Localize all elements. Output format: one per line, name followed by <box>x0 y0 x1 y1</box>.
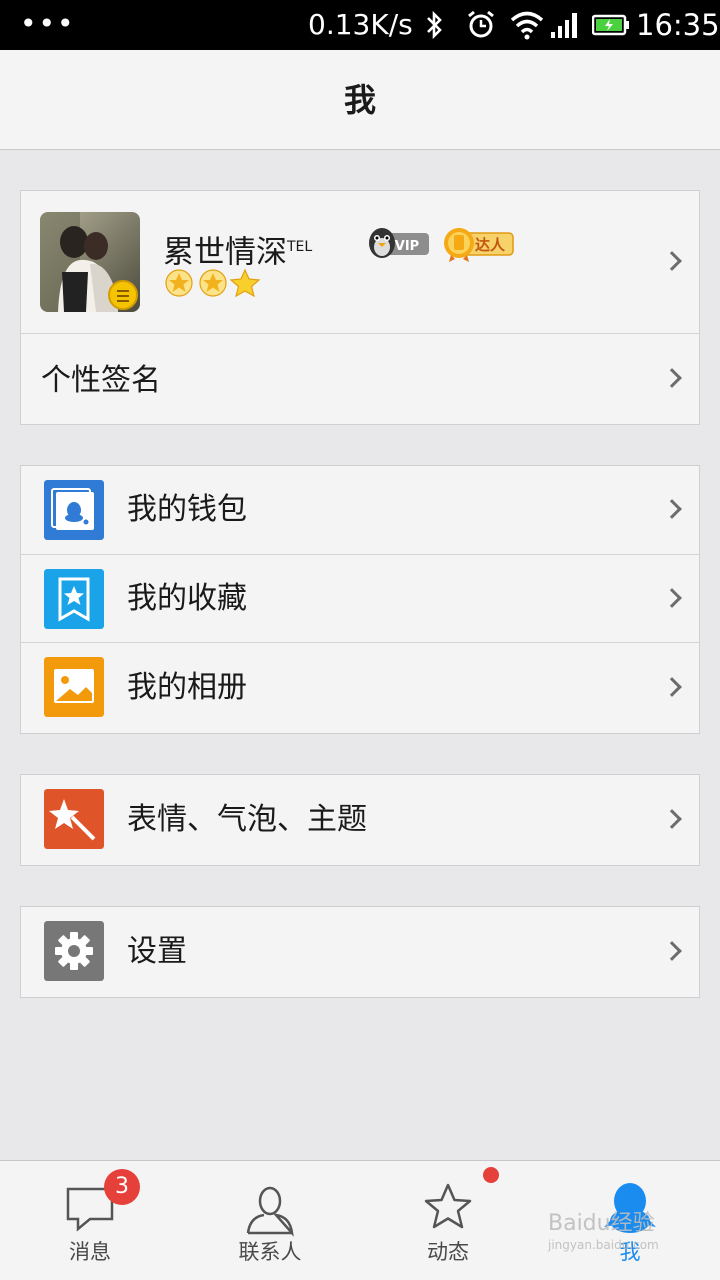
page-title: 我 <box>343 81 376 119</box>
star-outline-icon <box>424 1183 472 1229</box>
vip-badge-icon[interactable]: VIP <box>367 221 431 261</box>
signal-icon <box>551 13 577 38</box>
gear-icon <box>44 921 104 981</box>
contact-icon <box>246 1186 294 1237</box>
chevron-right-icon <box>662 809 682 829</box>
tab-label: 动态 <box>427 1240 469 1264</box>
daren-badge-icon[interactable]: 达人 <box>443 225 515 263</box>
chevron-right-icon <box>662 587 682 608</box>
avatar[interactable] <box>40 212 140 312</box>
title-bar: 我 <box>0 50 720 150</box>
tab-label: 联系人 <box>238 1240 302 1264</box>
clock: 16:35 <box>636 8 720 42</box>
star-icon <box>229 268 261 298</box>
status-bar: ••• 0.13K/s 16:35 <box>0 0 720 50</box>
qq-level-icons[interactable] <box>163 267 263 299</box>
tab-messages[interactable]: 3 消息 <box>0 1161 180 1280</box>
sun-icon <box>199 269 227 297</box>
menu-item-wallet[interactable]: 我的钱包 <box>21 466 699 555</box>
network-speed: 0.13K/s <box>308 8 413 41</box>
chevron-right-icon <box>662 499 682 519</box>
nickname-suffix: TEL <box>287 239 313 255</box>
tab-label: 消息 <box>69 1240 111 1264</box>
menu-group-settings: 设置 <box>20 906 700 998</box>
unread-badge: 3 <box>104 1169 140 1205</box>
new-feed-dot <box>483 1167 499 1183</box>
menu-item-label: 我的钱包 <box>127 492 247 527</box>
wallet-icon <box>44 480 104 540</box>
profile-card: 累世情深TEL VIP 达人 个性签名 <box>20 190 700 425</box>
magic-wand-icon <box>44 789 104 849</box>
watermark-sub: jingyan.baidu.com <box>548 1238 659 1252</box>
notification-dots: ••• <box>20 7 76 40</box>
chevron-right-icon <box>662 251 682 271</box>
signature-label: 个性签名 <box>41 363 161 398</box>
chevron-right-icon <box>662 368 682 388</box>
sun-icon <box>165 269 193 297</box>
bluetooth-icon <box>427 10 442 40</box>
menu-item-album[interactable]: 我的相册 <box>21 643 699 733</box>
chevron-right-icon <box>662 941 682 961</box>
signature-row[interactable]: 个性签名 <box>21 334 699 424</box>
wifi-icon <box>510 11 544 40</box>
album-icon <box>44 657 104 717</box>
menu-group-personal: 我的钱包 我的收藏 我的相册 <box>20 465 700 734</box>
nickname: 累世情深TEL <box>163 227 312 272</box>
menu-item-label: 我的收藏 <box>127 581 247 616</box>
menu-item-label: 设置 <box>127 934 187 969</box>
tab-feeds[interactable]: 动态 <box>358 1161 538 1280</box>
watermark: Baidu经验 jingyan.baidu.com <box>548 1210 659 1252</box>
menu-item-settings[interactable]: 设置 <box>21 907 699 997</box>
level-crown-icon <box>108 280 138 310</box>
menu-item-label: 我的相册 <box>127 670 247 705</box>
daren-label: 达人 <box>475 236 506 254</box>
vip-label: VIP <box>395 239 419 254</box>
watermark-text: Baidu经验 <box>548 1211 655 1236</box>
menu-group-personalize: 表情、气泡、主题 <box>20 774 700 866</box>
alarm-icon <box>468 10 494 38</box>
favorites-icon <box>44 569 104 629</box>
menu-item-themes[interactable]: 表情、气泡、主题 <box>21 775 699 865</box>
chevron-right-icon <box>662 677 682 697</box>
battery-icon <box>592 14 629 36</box>
profile-row[interactable]: 累世情深TEL VIP 达人 <box>21 191 699 334</box>
menu-item-favorites[interactable]: 我的收藏 <box>21 555 699 643</box>
tab-contacts[interactable]: 联系人 <box>180 1161 360 1280</box>
menu-item-label: 表情、气泡、主题 <box>127 802 367 837</box>
nickname-text: 累世情深 <box>163 234 287 271</box>
